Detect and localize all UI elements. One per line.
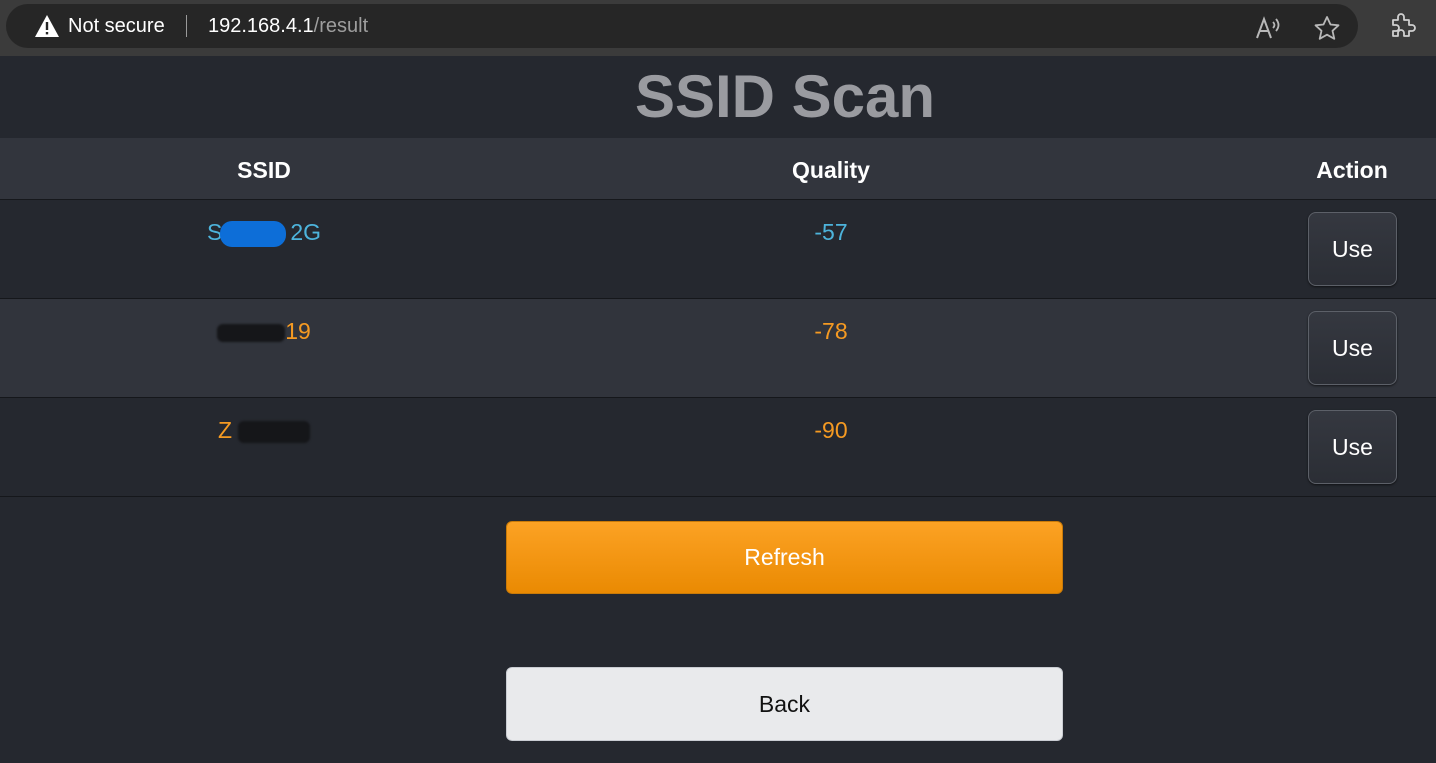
read-aloud-icon[interactable] bbox=[1254, 16, 1282, 40]
url-text[interactable]: 192.168.4.1/result bbox=[208, 4, 368, 48]
security-label[interactable]: Not secure bbox=[68, 4, 165, 48]
ssid-suffix: 19 bbox=[285, 318, 311, 344]
use-button[interactable]: Use bbox=[1308, 212, 1397, 286]
use-button[interactable]: Use bbox=[1308, 311, 1397, 385]
quality-cell: -90 bbox=[814, 417, 848, 443]
refresh-button[interactable]: Refresh bbox=[506, 521, 1063, 594]
ssid-prefix: Z bbox=[217, 417, 233, 443]
back-button[interactable]: Back bbox=[506, 667, 1063, 741]
quality-cell: -78 bbox=[814, 318, 848, 344]
redaction-mark bbox=[220, 220, 287, 247]
page-title: SSID Scan bbox=[634, 63, 936, 130]
redaction-mark bbox=[217, 323, 286, 342]
ssid-table: SSID Quality Action S 2G -57 Use 19 -78 U… bbox=[0, 138, 1436, 497]
favorite-star-icon[interactable] bbox=[1313, 15, 1341, 41]
table-row: 19 -78 Use bbox=[0, 299, 1436, 398]
extensions-puzzle-icon[interactable] bbox=[1387, 11, 1417, 41]
url-host: 192.168.4.1 bbox=[208, 15, 314, 37]
table-row: S 2G -57 Use bbox=[0, 200, 1436, 299]
ssid-cell: S 2G bbox=[114, 217, 414, 247]
use-button[interactable]: Use bbox=[1308, 410, 1397, 484]
ssid-cell: 19 bbox=[114, 316, 414, 346]
column-header-quality: Quality bbox=[792, 157, 870, 183]
divider bbox=[186, 15, 187, 37]
ssid-cell: Z bbox=[114, 415, 414, 445]
url-path: /result bbox=[313, 15, 369, 37]
column-header-action: Action bbox=[1316, 157, 1388, 183]
column-header-ssid: SSID bbox=[237, 157, 291, 183]
warning-icon[interactable] bbox=[34, 14, 60, 38]
quality-cell: -57 bbox=[814, 219, 848, 245]
browser-toolbar: Not secure 192.168.4.1/result bbox=[0, 0, 1436, 56]
table-row: Z -90 Use bbox=[0, 398, 1436, 497]
redaction-mark bbox=[238, 420, 311, 443]
ssid-suffix: 2G bbox=[290, 219, 322, 245]
address-bar[interactable]: Not secure 192.168.4.1/result bbox=[6, 4, 1358, 48]
table-header: SSID Quality Action bbox=[0, 138, 1436, 200]
